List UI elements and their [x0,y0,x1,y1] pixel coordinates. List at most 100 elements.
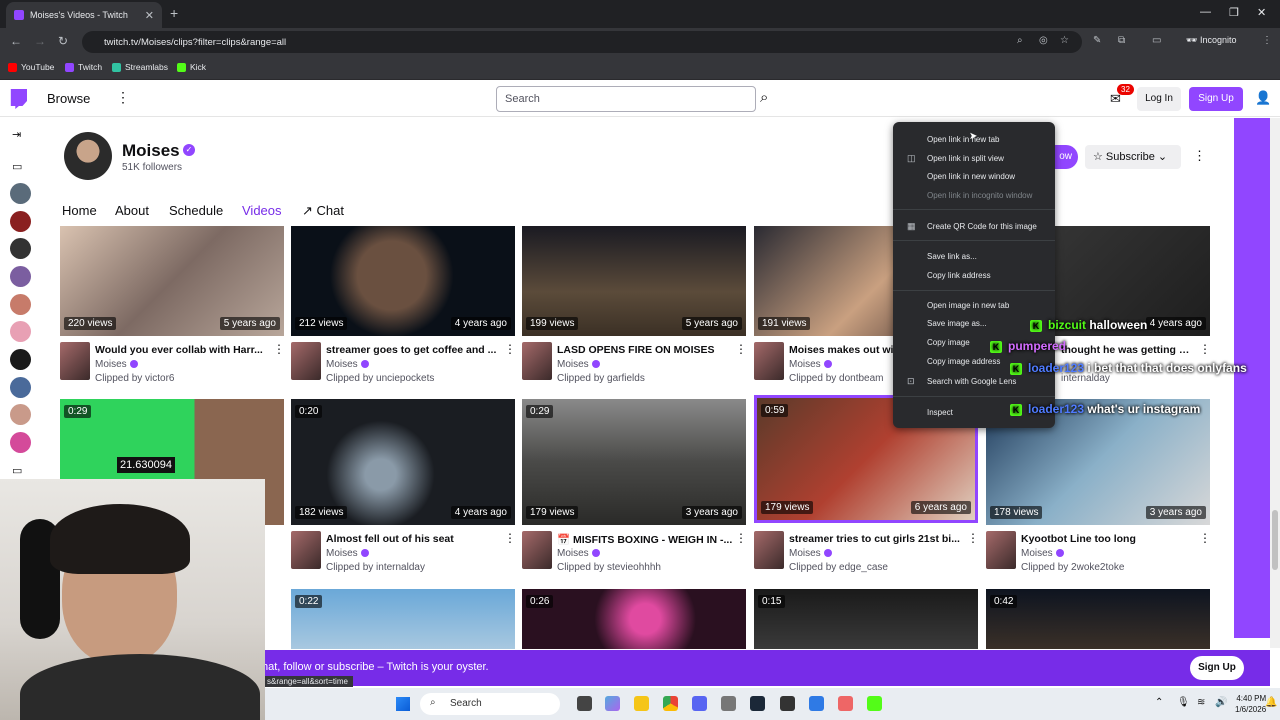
clip-thumbnail[interactable]: 0:29 179 views 3 years ago [522,399,746,525]
clip-clipper[interactable]: Clipped by unciepockets [326,373,434,384]
zoom-icon[interactable]: ⌕ [1017,35,1023,46]
tab-chat[interactable]: ↗ Chat [302,203,344,219]
clip-title[interactable]: Would you ever collab with Harr... [95,344,271,356]
forward-icon[interactable]: → [34,34,46,48]
notifications-icon[interactable]: 🔔 [1265,697,1277,708]
clip-title[interactable]: streamer tries to cut girls 21st bi... [789,533,965,545]
clip-title[interactable]: 📅 MISFITS BOXING - WEIGH IN -... [557,533,733,546]
clip-more-icon[interactable]: ⋮ [735,531,747,545]
search-input[interactable]: Search [496,86,756,112]
bookmark-streamlabs[interactable]: Streamlabs [112,62,168,72]
obs-icon[interactable] [721,696,736,711]
clip-more-icon[interactable]: ⋮ [1199,531,1211,545]
menu-save-link[interactable]: Save link as... [927,252,977,261]
menu-save-image[interactable]: Save image as... [927,319,987,328]
app-icon[interactable] [809,696,824,711]
clip-channel-avatar[interactable] [522,342,552,380]
incognito-indicator[interactable]: 🕶 Incognito [1186,35,1236,46]
clip-thumbnail[interactable]: 220 views 5 years ago [60,226,284,336]
banner-signup-button[interactable]: Sign Up [1190,656,1244,680]
menu-open-new-window[interactable]: Open link in new window [927,172,1015,181]
menu-create-qr[interactable]: Create QR Code for this image [927,222,1037,231]
new-tab-button[interactable]: + [170,5,178,21]
taskbar-search[interactable]: ⌕ Search [420,693,560,715]
clip-thumbnail[interactable]: 199 views 5 years ago [522,226,746,336]
minimize-icon[interactable]: — [1200,6,1211,18]
channel-avatar[interactable] [10,377,31,398]
address-bar[interactable]: twitch.tv/Moises/clips?filter=clips&rang… [82,31,1082,53]
twitch-logo-icon[interactable] [10,89,27,109]
clip-channel[interactable]: Moises [326,548,369,559]
clip-channel-avatar[interactable] [754,342,784,380]
bookmark-kick[interactable]: Kick [177,62,206,72]
clip-thumbnail[interactable]: 212 views 4 years ago [291,226,515,336]
extension-icon[interactable]: ✎ [1093,35,1101,46]
channel-avatar[interactable] [10,432,31,453]
channel-avatar[interactable] [10,183,31,204]
chrome-icon[interactable] [663,696,678,711]
clip-thumbnail[interactable]: 0:42 [986,589,1210,649]
clip-channel-avatar[interactable] [522,531,552,569]
subscribe-button[interactable]: ☆ Subscribe ⌄ [1085,145,1181,169]
tray-chevron-icon[interactable]: ⌃ [1155,697,1163,708]
mic-icon[interactable]: 🎙 [1177,697,1190,708]
bookmark-star-icon[interactable]: ☆ [1060,35,1069,46]
eye-off-icon[interactable]: ◎ [1039,35,1048,46]
channel-avatar[interactable] [10,238,31,259]
expand-sidebar-icon[interactable]: ⇥ [12,128,21,141]
steam-icon[interactable] [750,696,765,711]
clip-clipper[interactable]: Clipped by edge_case [789,562,888,573]
menu-open-image-tab[interactable]: Open image in new tab [927,301,1009,310]
menu-open-split-view[interactable]: Open link in split view [927,154,1004,163]
app-icon[interactable] [838,696,853,711]
kick-app-icon[interactable] [867,696,882,711]
clip-more-icon[interactable]: ⋮ [735,342,747,356]
menu-inspect[interactable]: Inspect [927,408,953,417]
clip-more-icon[interactable]: ⋮ [1199,342,1211,356]
browser-menu-icon[interactable]: ⋮ [1262,35,1272,46]
puzzle-icon[interactable]: ⧉ [1118,35,1125,46]
tab-about[interactable]: About [115,203,149,218]
channel-avatar[interactable] [10,321,31,342]
menu-copy-image-address[interactable]: Copy image address [927,357,1000,366]
copilot-icon[interactable] [605,696,620,711]
clip-clipper[interactable]: Clipped by garfields [557,373,645,384]
menu-open-new-tab[interactable]: Open link in new tab [927,135,1000,144]
back-icon[interactable]: ← [10,34,22,48]
wifi-icon[interactable]: ≋ [1197,697,1205,708]
clip-more-icon[interactable]: ⋮ [273,342,285,356]
channel-avatar[interactable] [10,211,31,232]
file-explorer-icon[interactable] [634,696,649,711]
browser-tab[interactable]: Moises's Videos - Twitch ✕ [6,2,162,28]
more-menu-icon[interactable]: ⋮ [116,89,130,106]
channel-avatar[interactable] [10,294,31,315]
restore-icon[interactable]: ❐ [1229,6,1239,19]
signup-button[interactable]: Sign Up [1189,87,1243,111]
clip-channel-avatar[interactable] [754,531,784,569]
clip-thumbnail[interactable]: 0:26 [522,589,746,649]
user-icon[interactable]: 👤 [1255,90,1271,106]
tab-schedule[interactable]: Schedule [169,203,223,218]
clip-title[interactable]: thought he was getting r... [1061,344,1191,356]
close-window-icon[interactable]: ✕ [1257,6,1266,19]
menu-copy-image[interactable]: Copy image [927,338,970,347]
tab-videos[interactable]: Videos [242,203,282,218]
menu-google-lens[interactable]: Search with Google Lens [927,377,1016,386]
search-icon[interactable]: ⌕ [760,89,768,106]
tab-close-icon[interactable]: ✕ [145,9,154,22]
clip-thumbnail[interactable]: 0:20 182 views 4 years ago [291,399,515,525]
clip-clipper[interactable]: Clipped by internalday [326,562,425,573]
task-view-icon[interactable] [577,696,592,711]
clip-channel-avatar[interactable] [291,531,321,569]
channel-avatar[interactable] [10,404,31,425]
clip-clipper[interactable]: Clipped by stevieohhhh [557,562,661,573]
clip-channel[interactable]: Moises [326,359,369,370]
clip-channel[interactable]: Moises [557,359,600,370]
split-view-icon[interactable]: ▭ [1152,35,1161,46]
login-button[interactable]: Log In [1137,87,1181,111]
browse-link[interactable]: Browse [47,91,90,106]
clip-thumbnail[interactable]: 0:22 [291,589,515,649]
epic-games-icon[interactable] [780,696,795,711]
bookmark-twitch[interactable]: Twitch [65,62,102,72]
taskbar-clock[interactable]: 4:40 PM 1/6/2026 [1235,693,1266,715]
